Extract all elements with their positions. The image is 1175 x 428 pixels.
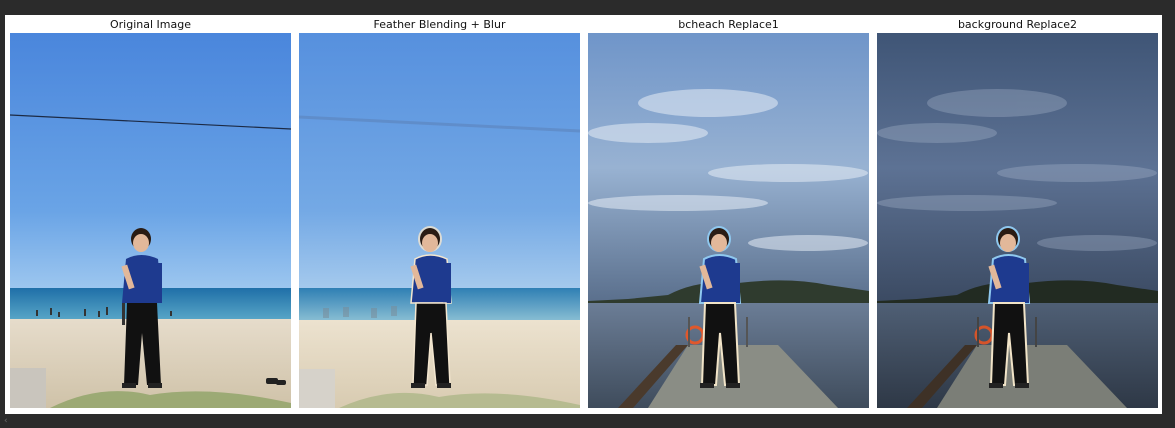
original-image (10, 33, 291, 408)
panel-title-replace2: background Replace2 (957, 18, 1078, 31)
feather-blur-image (299, 33, 580, 408)
horizontal-scrollbar[interactable]: ‹ (0, 414, 1175, 428)
replace1-image (588, 33, 869, 408)
panel-replace1: bcheach Replace1 (588, 15, 869, 414)
panel-original: Original Image (10, 15, 291, 414)
notebook-cell-output: Original Image Feather Blending + Blur b… (0, 0, 1175, 428)
panel-title-replace1: bcheach Replace1 (678, 18, 779, 31)
scroll-left-icon[interactable]: ‹ (4, 416, 8, 426)
panel-replace2: background Replace2 (877, 15, 1158, 414)
panel-title-original: Original Image (110, 18, 191, 31)
panel-title-feather-blur: Feather Blending + Blur (373, 18, 506, 31)
panel-feather-blur: Feather Blending + Blur (299, 15, 580, 414)
image-comparison-figure: Original Image Feather Blending + Blur b… (5, 15, 1162, 414)
replace2-image (877, 33, 1158, 408)
